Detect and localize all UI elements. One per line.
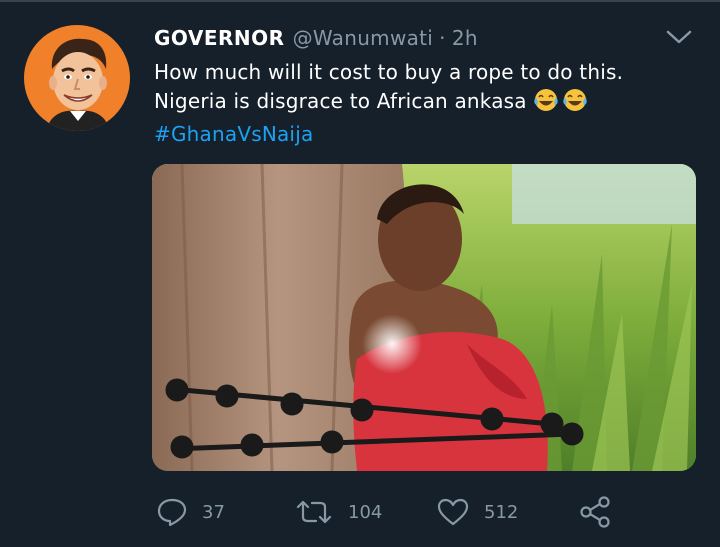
tweet-menu-button[interactable] [664, 26, 694, 48]
reply-icon [157, 498, 187, 527]
tweet-text-line: Nigeria is disgrace to African ankasa [154, 87, 694, 120]
reply-count: 37 [202, 501, 225, 523]
like-count: 512 [484, 501, 519, 523]
tweet-header: GOVERNOR @Wanumwati · 2h [154, 24, 478, 52]
top-divider [0, 0, 720, 2]
chevron-down-icon [666, 30, 692, 44]
retweet-count: 104 [348, 501, 383, 523]
tweet-text-line: How much will it cost to buy a rope to d… [154, 60, 624, 84]
avatar-caricature-icon [46, 38, 110, 131]
author-handle[interactable]: @Wanumwati [293, 26, 434, 50]
tweet-actions: 37 104 512 [0, 494, 720, 530]
tweet-photo[interactable] [152, 164, 696, 471]
retweet-icon [296, 500, 332, 524]
reply-button[interactable]: 37 [156, 494, 225, 530]
tweet-text: How much will it cost to buy a rope to d… [154, 58, 694, 149]
hashtag-link[interactable]: #GhanaVsNaija [154, 120, 694, 149]
heart-icon [437, 498, 469, 526]
avatar[interactable] [24, 25, 130, 131]
share-button[interactable] [578, 494, 626, 530]
share-icon [580, 496, 610, 528]
tweet-text-span: Nigeria is disgrace to African ankasa [154, 89, 527, 113]
header-separator: · [439, 26, 446, 50]
tears-of-joy-icon [533, 88, 589, 120]
like-button[interactable]: 512 [436, 494, 518, 530]
tweet-time[interactable]: 2h [452, 26, 478, 50]
photo-image [152, 164, 696, 471]
retweet-button[interactable]: 104 [294, 494, 382, 530]
author-name[interactable]: GOVERNOR [154, 26, 285, 50]
